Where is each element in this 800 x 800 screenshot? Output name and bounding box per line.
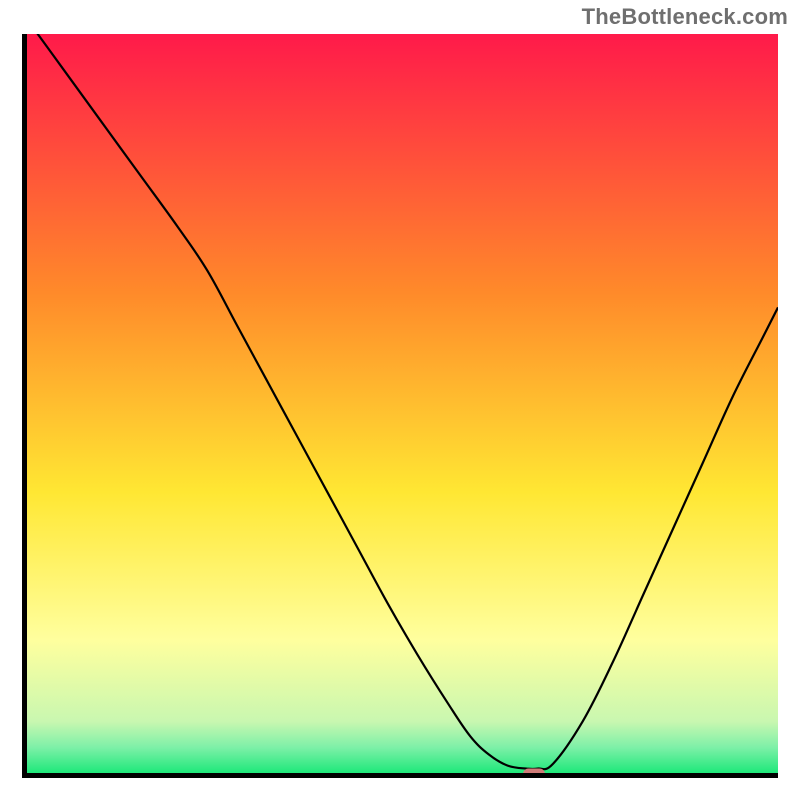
watermark-text: TheBottleneck.com	[582, 4, 788, 30]
chart-plot-area	[22, 34, 778, 778]
chart-gradient-background	[27, 34, 778, 773]
chart-selection-marker	[523, 768, 545, 778]
